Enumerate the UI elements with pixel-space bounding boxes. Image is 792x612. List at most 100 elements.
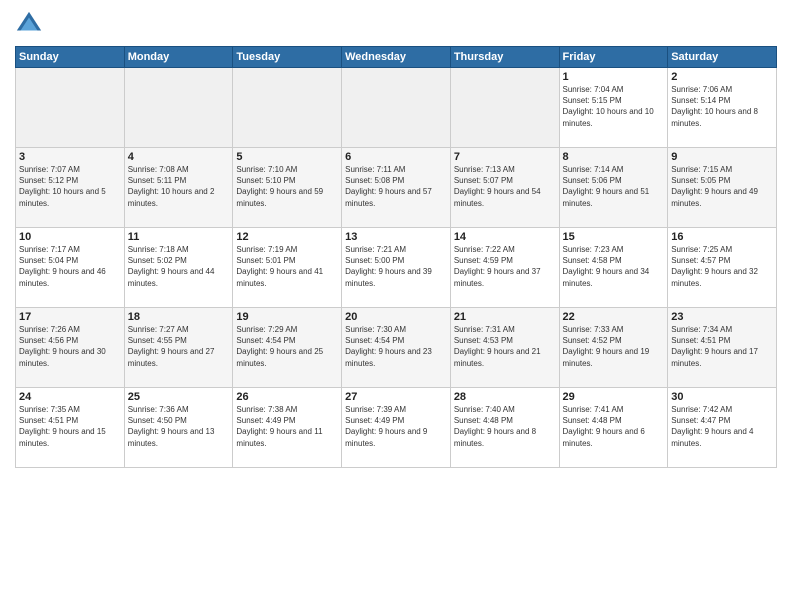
day-number: 30 (671, 391, 773, 403)
day-cell: 16Sunrise: 7:25 AM Sunset: 4:57 PM Dayli… (668, 228, 777, 308)
day-number: 16 (671, 231, 773, 243)
page: SundayMondayTuesdayWednesdayThursdayFrid… (0, 0, 792, 612)
day-number: 22 (563, 311, 665, 323)
day-cell: 10Sunrise: 7:17 AM Sunset: 5:04 PM Dayli… (16, 228, 125, 308)
day-info: Sunrise: 7:38 AM Sunset: 4:49 PM Dayligh… (236, 404, 338, 449)
day-number: 28 (454, 391, 556, 403)
day-info: Sunrise: 7:42 AM Sunset: 4:47 PM Dayligh… (671, 404, 773, 449)
day-cell: 5Sunrise: 7:10 AM Sunset: 5:10 PM Daylig… (233, 148, 342, 228)
day-info: Sunrise: 7:08 AM Sunset: 5:11 PM Dayligh… (128, 164, 230, 209)
day-number: 3 (19, 151, 121, 163)
day-number: 27 (345, 391, 447, 403)
weekday-friday: Friday (559, 47, 668, 68)
day-cell (124, 68, 233, 148)
day-cell: 22Sunrise: 7:33 AM Sunset: 4:52 PM Dayli… (559, 308, 668, 388)
day-number: 10 (19, 231, 121, 243)
day-cell: 20Sunrise: 7:30 AM Sunset: 4:54 PM Dayli… (342, 308, 451, 388)
day-cell: 2Sunrise: 7:06 AM Sunset: 5:14 PM Daylig… (668, 68, 777, 148)
day-cell: 27Sunrise: 7:39 AM Sunset: 4:49 PM Dayli… (342, 388, 451, 468)
day-info: Sunrise: 7:31 AM Sunset: 4:53 PM Dayligh… (454, 324, 556, 369)
day-info: Sunrise: 7:21 AM Sunset: 5:00 PM Dayligh… (345, 244, 447, 289)
logo-icon (15, 10, 43, 38)
day-info: Sunrise: 7:26 AM Sunset: 4:56 PM Dayligh… (19, 324, 121, 369)
day-number: 21 (454, 311, 556, 323)
day-cell: 17Sunrise: 7:26 AM Sunset: 4:56 PM Dayli… (16, 308, 125, 388)
day-number: 17 (19, 311, 121, 323)
day-cell: 13Sunrise: 7:21 AM Sunset: 5:00 PM Dayli… (342, 228, 451, 308)
day-number: 12 (236, 231, 338, 243)
day-info: Sunrise: 7:07 AM Sunset: 5:12 PM Dayligh… (19, 164, 121, 209)
day-cell: 19Sunrise: 7:29 AM Sunset: 4:54 PM Dayli… (233, 308, 342, 388)
weekday-thursday: Thursday (450, 47, 559, 68)
day-number: 4 (128, 151, 230, 163)
day-cell: 4Sunrise: 7:08 AM Sunset: 5:11 PM Daylig… (124, 148, 233, 228)
calendar-table: SundayMondayTuesdayWednesdayThursdayFrid… (15, 46, 777, 468)
day-info: Sunrise: 7:19 AM Sunset: 5:01 PM Dayligh… (236, 244, 338, 289)
day-cell: 24Sunrise: 7:35 AM Sunset: 4:51 PM Dayli… (16, 388, 125, 468)
day-number: 19 (236, 311, 338, 323)
day-cell: 15Sunrise: 7:23 AM Sunset: 4:58 PM Dayli… (559, 228, 668, 308)
day-info: Sunrise: 7:34 AM Sunset: 4:51 PM Dayligh… (671, 324, 773, 369)
day-cell: 26Sunrise: 7:38 AM Sunset: 4:49 PM Dayli… (233, 388, 342, 468)
day-cell (16, 68, 125, 148)
day-cell (450, 68, 559, 148)
day-number: 26 (236, 391, 338, 403)
day-info: Sunrise: 7:11 AM Sunset: 5:08 PM Dayligh… (345, 164, 447, 209)
day-info: Sunrise: 7:39 AM Sunset: 4:49 PM Dayligh… (345, 404, 447, 449)
day-cell (342, 68, 451, 148)
day-cell: 25Sunrise: 7:36 AM Sunset: 4:50 PM Dayli… (124, 388, 233, 468)
day-info: Sunrise: 7:36 AM Sunset: 4:50 PM Dayligh… (128, 404, 230, 449)
week-row-3: 17Sunrise: 7:26 AM Sunset: 4:56 PM Dayli… (16, 308, 777, 388)
day-number: 25 (128, 391, 230, 403)
day-number: 7 (454, 151, 556, 163)
weekday-tuesday: Tuesday (233, 47, 342, 68)
day-info: Sunrise: 7:23 AM Sunset: 4:58 PM Dayligh… (563, 244, 665, 289)
weekday-saturday: Saturday (668, 47, 777, 68)
day-number: 9 (671, 151, 773, 163)
day-cell: 11Sunrise: 7:18 AM Sunset: 5:02 PM Dayli… (124, 228, 233, 308)
day-number: 8 (563, 151, 665, 163)
day-number: 2 (671, 71, 773, 83)
day-cell: 18Sunrise: 7:27 AM Sunset: 4:55 PM Dayli… (124, 308, 233, 388)
day-cell: 6Sunrise: 7:11 AM Sunset: 5:08 PM Daylig… (342, 148, 451, 228)
day-info: Sunrise: 7:33 AM Sunset: 4:52 PM Dayligh… (563, 324, 665, 369)
day-cell: 1Sunrise: 7:04 AM Sunset: 5:15 PM Daylig… (559, 68, 668, 148)
day-info: Sunrise: 7:35 AM Sunset: 4:51 PM Dayligh… (19, 404, 121, 449)
day-number: 1 (563, 71, 665, 83)
day-number: 5 (236, 151, 338, 163)
day-number: 20 (345, 311, 447, 323)
weekday-sunday: Sunday (16, 47, 125, 68)
week-row-2: 10Sunrise: 7:17 AM Sunset: 5:04 PM Dayli… (16, 228, 777, 308)
day-number: 24 (19, 391, 121, 403)
day-info: Sunrise: 7:27 AM Sunset: 4:55 PM Dayligh… (128, 324, 230, 369)
day-number: 11 (128, 231, 230, 243)
day-info: Sunrise: 7:06 AM Sunset: 5:14 PM Dayligh… (671, 84, 773, 129)
day-cell: 3Sunrise: 7:07 AM Sunset: 5:12 PM Daylig… (16, 148, 125, 228)
day-number: 29 (563, 391, 665, 403)
day-info: Sunrise: 7:18 AM Sunset: 5:02 PM Dayligh… (128, 244, 230, 289)
week-row-4: 24Sunrise: 7:35 AM Sunset: 4:51 PM Dayli… (16, 388, 777, 468)
day-info: Sunrise: 7:22 AM Sunset: 4:59 PM Dayligh… (454, 244, 556, 289)
logo (15, 10, 47, 38)
day-info: Sunrise: 7:40 AM Sunset: 4:48 PM Dayligh… (454, 404, 556, 449)
day-cell: 21Sunrise: 7:31 AM Sunset: 4:53 PM Dayli… (450, 308, 559, 388)
day-cell: 30Sunrise: 7:42 AM Sunset: 4:47 PM Dayli… (668, 388, 777, 468)
week-row-0: 1Sunrise: 7:04 AM Sunset: 5:15 PM Daylig… (16, 68, 777, 148)
day-cell: 12Sunrise: 7:19 AM Sunset: 5:01 PM Dayli… (233, 228, 342, 308)
day-info: Sunrise: 7:29 AM Sunset: 4:54 PM Dayligh… (236, 324, 338, 369)
weekday-header-row: SundayMondayTuesdayWednesdayThursdayFrid… (16, 47, 777, 68)
header (15, 10, 777, 38)
day-info: Sunrise: 7:13 AM Sunset: 5:07 PM Dayligh… (454, 164, 556, 209)
week-row-1: 3Sunrise: 7:07 AM Sunset: 5:12 PM Daylig… (16, 148, 777, 228)
day-number: 23 (671, 311, 773, 323)
day-info: Sunrise: 7:10 AM Sunset: 5:10 PM Dayligh… (236, 164, 338, 209)
day-number: 15 (563, 231, 665, 243)
day-number: 14 (454, 231, 556, 243)
day-cell (233, 68, 342, 148)
day-cell: 28Sunrise: 7:40 AM Sunset: 4:48 PM Dayli… (450, 388, 559, 468)
day-cell: 9Sunrise: 7:15 AM Sunset: 5:05 PM Daylig… (668, 148, 777, 228)
day-cell: 14Sunrise: 7:22 AM Sunset: 4:59 PM Dayli… (450, 228, 559, 308)
day-info: Sunrise: 7:17 AM Sunset: 5:04 PM Dayligh… (19, 244, 121, 289)
weekday-wednesday: Wednesday (342, 47, 451, 68)
weekday-monday: Monday (124, 47, 233, 68)
